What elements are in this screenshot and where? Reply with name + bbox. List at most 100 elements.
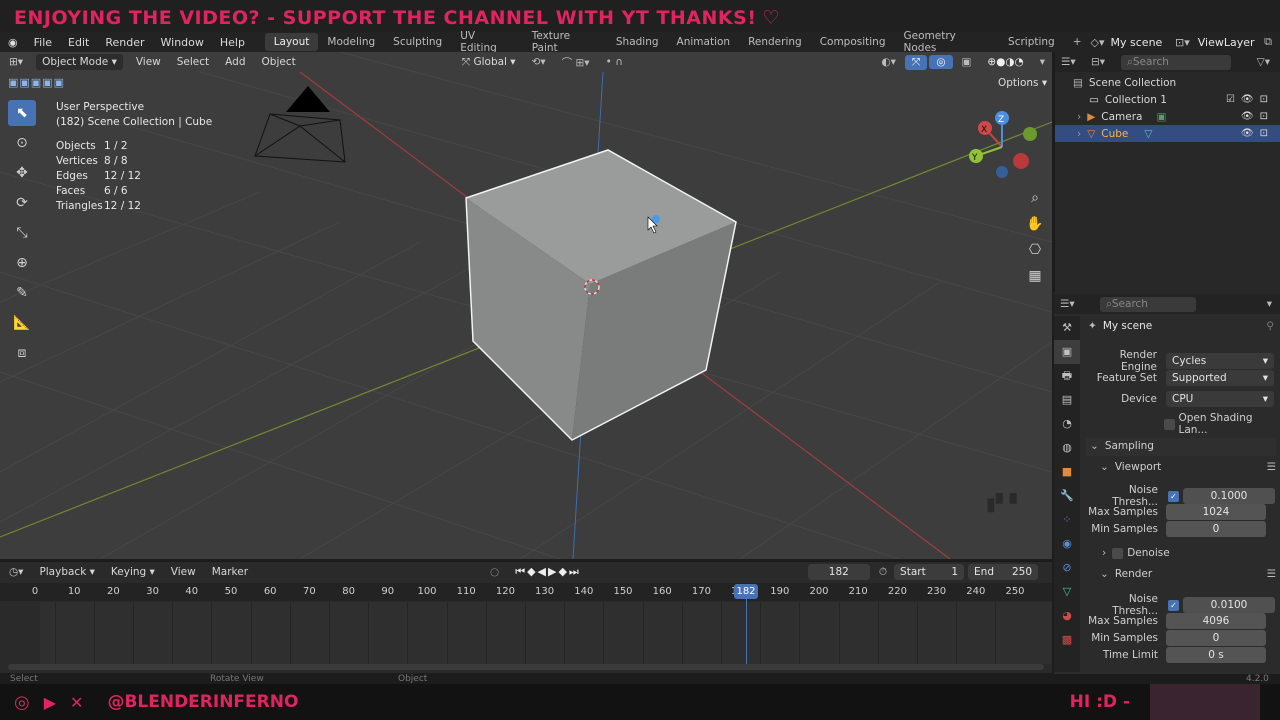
presets-icon[interactable]: ☰ bbox=[1267, 568, 1276, 580]
render-subpanel-header[interactable]: ⌄ Render ☰ bbox=[1100, 568, 1276, 580]
render-tab-icon[interactable]: ▣ bbox=[1054, 340, 1080, 364]
menu-help[interactable]: Help bbox=[212, 36, 253, 49]
tab-layout[interactable]: Layout bbox=[264, 33, 319, 51]
filter-icon[interactable]: ▽▾ bbox=[1257, 56, 1270, 68]
outliner-type-icon[interactable]: ☰▾ bbox=[1061, 56, 1091, 68]
selection-mode-icons[interactable]: ▣▣▣▣▣ bbox=[8, 76, 65, 89]
timeline-menu-playback[interactable]: Playback ▾ bbox=[32, 565, 101, 579]
shading-modes-icon[interactable]: ⊕●◑◔ bbox=[980, 55, 1030, 69]
select-box-icon[interactable]: ⬉ bbox=[8, 100, 36, 126]
r-min-samples-field[interactable]: 0 bbox=[1166, 630, 1266, 646]
display-mode-icon[interactable]: ⊟▾ bbox=[1091, 56, 1121, 68]
outliner-search-input[interactable]: ⌕ Search bbox=[1121, 54, 1231, 70]
tab-sculpting[interactable]: Sculpting bbox=[384, 33, 451, 51]
gizmo-toggle-icon[interactable]: ⤧ bbox=[904, 54, 928, 70]
visibility-toggles-icon[interactable]: 👁⊡ bbox=[1241, 111, 1274, 122]
time-limit-field[interactable]: 0 s bbox=[1166, 647, 1266, 663]
world-tab-icon[interactable]: ◍ bbox=[1054, 436, 1080, 460]
modifier-tab-icon[interactable]: 🔧 bbox=[1054, 484, 1080, 508]
data-tab-icon[interactable]: ▽ bbox=[1054, 580, 1080, 604]
tool-tab-icon[interactable]: ⚒ bbox=[1054, 316, 1080, 340]
start-frame-field[interactable]: Start 1 bbox=[894, 564, 965, 580]
snap-icon[interactable]: ⌒ ⊞▾ bbox=[555, 54, 597, 71]
camera-view-icon[interactable]: ⎔ bbox=[1022, 242, 1048, 267]
visibility-toggles-icon[interactable]: 👁⊡ bbox=[1241, 128, 1274, 139]
viewport-menu-add[interactable]: Add bbox=[218, 55, 252, 69]
visibility-toggles-icon[interactable]: ☑👁⊡ bbox=[1226, 94, 1274, 105]
camera-object[interactable] bbox=[254, 86, 346, 163]
vp-max-samples-field[interactable]: 1024 bbox=[1166, 504, 1266, 520]
timeline-scrollbar[interactable] bbox=[8, 664, 1044, 670]
visibility-icon[interactable]: ◐▾ bbox=[874, 55, 902, 69]
denoise-checkbox[interactable] bbox=[1112, 547, 1124, 559]
options-dropdown[interactable]: Options ▾ bbox=[998, 77, 1047, 89]
proportional-edit-icon[interactable]: • ∩ bbox=[599, 55, 630, 69]
properties-type-icon[interactable]: ☰▾ bbox=[1060, 298, 1100, 310]
overlay-toggle-icon[interactable]: ◎ bbox=[929, 55, 953, 69]
scene-name[interactable]: My scene bbox=[1111, 36, 1175, 49]
timeline-menu-keying[interactable]: Keying ▾ bbox=[104, 565, 162, 579]
device-dropdown[interactable]: CPU ▾ bbox=[1166, 391, 1274, 407]
constraints-tab-icon[interactable]: ⊘ bbox=[1054, 556, 1080, 580]
view-layer-name[interactable]: ViewLayer bbox=[1198, 36, 1264, 49]
cube-object[interactable] bbox=[465, 149, 737, 441]
measure-tool-icon[interactable]: 📐 bbox=[8, 310, 36, 336]
outliner-item-camera[interactable]: › ▶ Camera ▣ 👁⊡ bbox=[1055, 108, 1280, 125]
clock-icon[interactable]: ◷▾ bbox=[2, 565, 30, 579]
playback-controls-icon[interactable]: ⏮◆◀▶◆⏭ bbox=[508, 564, 588, 580]
stopwatch-icon[interactable]: ⏱ bbox=[872, 565, 894, 580]
tab-modeling[interactable]: Modeling bbox=[318, 33, 384, 51]
pin-icon[interactable]: ⊡▾ bbox=[1175, 36, 1190, 49]
resize-handle-icon[interactable]: ▮▘▘ bbox=[986, 494, 1034, 515]
particles-tab-icon[interactable]: ⁘ bbox=[1054, 508, 1080, 532]
properties-options-icon[interactable]: ▾ bbox=[1267, 298, 1272, 310]
outliner-root[interactable]: ▤ Scene Collection bbox=[1055, 74, 1280, 91]
playhead-frame-badge[interactable]: 182 bbox=[734, 584, 758, 599]
annotate-tool-icon[interactable]: ✎ bbox=[8, 280, 36, 306]
mode-dropdown[interactable]: Object Mode ▾ bbox=[36, 54, 123, 70]
scale-tool-icon[interactable]: ⤡ bbox=[8, 220, 36, 246]
viewport-menu-object[interactable]: Object bbox=[255, 55, 303, 69]
menu-edit[interactable]: Edit bbox=[60, 36, 97, 49]
xray-icon[interactable]: ▣ bbox=[955, 55, 979, 69]
scene-icon[interactable]: ◇▾ bbox=[1091, 36, 1105, 49]
tab-rendering[interactable]: Rendering bbox=[739, 33, 811, 51]
record-icon[interactable]: ○ bbox=[483, 565, 506, 579]
pivot-icon[interactable]: ⟲▾ bbox=[525, 55, 553, 69]
vp-min-samples-field[interactable]: 0 bbox=[1166, 521, 1266, 537]
pin-icon[interactable]: ⚲ bbox=[1266, 320, 1274, 332]
perspective-grid-icon[interactable]: ▦ bbox=[1022, 268, 1048, 293]
end-frame-field[interactable]: End 250 bbox=[968, 564, 1039, 580]
material-tab-icon[interactable]: ◕ bbox=[1054, 604, 1080, 628]
sampling-header[interactable]: ⌄ Sampling bbox=[1090, 440, 1154, 452]
feature-set-dropdown[interactable]: Supported ▾ bbox=[1166, 370, 1274, 386]
render-engine-dropdown[interactable]: Cycles ▾ bbox=[1166, 353, 1274, 369]
blender-logo-icon[interactable]: ◉ bbox=[0, 36, 26, 49]
viewport-subpanel-header[interactable]: ⌄ Viewport ☰ bbox=[1100, 461, 1276, 473]
viewport-menu-view[interactable]: View bbox=[129, 55, 168, 69]
menu-window[interactable]: Window bbox=[153, 36, 212, 49]
outliner-item-cube[interactable]: › ▽ Cube ▽ 👁⊡ bbox=[1055, 125, 1280, 142]
r-noise-field[interactable]: 0.0100 bbox=[1183, 597, 1275, 613]
outliner-item-collection-1[interactable]: ▭ Collection 1 ☑👁⊡ bbox=[1055, 91, 1280, 108]
transform-orientation-dropdown[interactable]: ⤧ Global ▾ bbox=[455, 55, 523, 70]
menu-file[interactable]: File bbox=[26, 36, 60, 49]
texture-tab-icon[interactable]: ▩ bbox=[1054, 628, 1080, 652]
properties-search-input[interactable]: ⌕ Search bbox=[1100, 296, 1196, 312]
shading-dropdown-icon[interactable]: ▾ bbox=[1033, 55, 1052, 69]
tab-animation[interactable]: Animation bbox=[668, 33, 740, 51]
menu-render[interactable]: Render bbox=[97, 36, 152, 49]
tab-compositing[interactable]: Compositing bbox=[811, 33, 895, 51]
add-workspace-button[interactable]: + bbox=[1064, 33, 1091, 51]
r-max-samples-field[interactable]: 4096 bbox=[1166, 613, 1266, 629]
scene-tab-icon[interactable]: ◔ bbox=[1054, 412, 1080, 436]
timeline-tracks[interactable] bbox=[40, 602, 1052, 664]
editor-type-icon[interactable]: ⊞▾ bbox=[2, 55, 30, 69]
presets-icon[interactable]: ☰ bbox=[1267, 461, 1276, 473]
move-tool-icon[interactable]: ✥ bbox=[8, 160, 36, 186]
checkbox[interactable] bbox=[1164, 418, 1175, 430]
transform-tool-icon[interactable]: ⊕ bbox=[8, 250, 36, 276]
zoom-icon[interactable]: ⌕ bbox=[1022, 190, 1048, 215]
tab-shading[interactable]: Shading bbox=[607, 33, 668, 51]
viewport-menu-select[interactable]: Select bbox=[170, 55, 216, 69]
